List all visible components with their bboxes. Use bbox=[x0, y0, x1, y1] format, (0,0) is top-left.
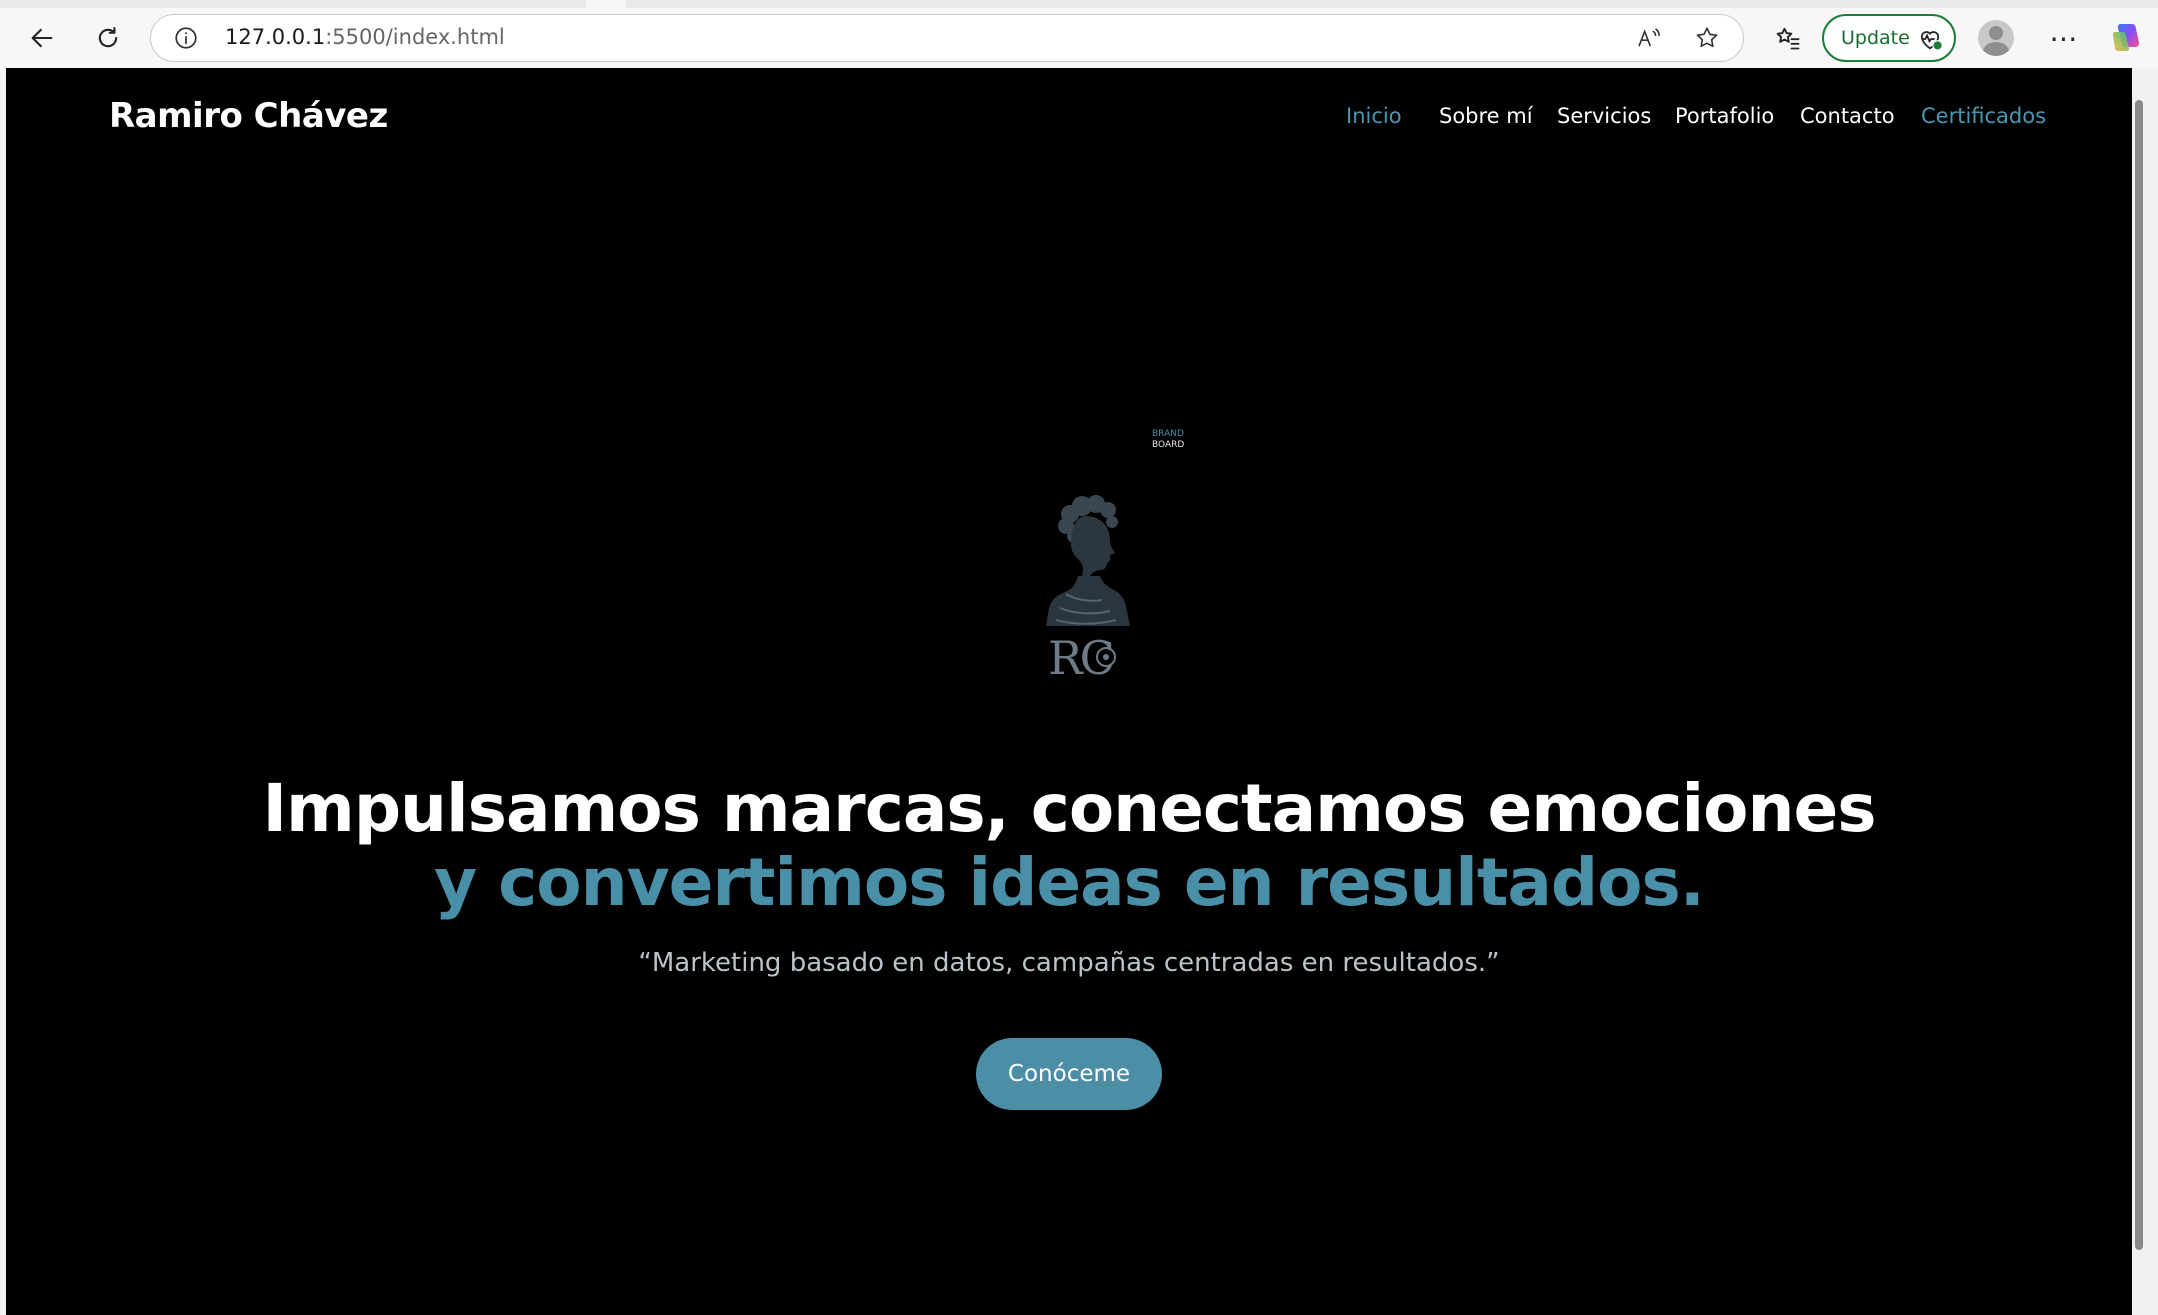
cta-conoceme-button[interactable]: Conóceme bbox=[976, 1038, 1162, 1110]
favorites-list-icon[interactable] bbox=[1768, 18, 1808, 58]
copilot-icon[interactable] bbox=[2110, 20, 2144, 54]
hero-title-line2: y convertimos ideas en resultados. bbox=[434, 844, 1705, 921]
page-viewport: Ramiro Chávez Inicio Sobre mí Servicios … bbox=[6, 68, 2132, 1315]
site-brand[interactable]: Ramiro Chávez bbox=[109, 96, 388, 136]
nav-link-inicio[interactable]: Inicio bbox=[1346, 104, 1402, 128]
back-arrow-icon[interactable] bbox=[22, 18, 62, 58]
update-label: Update bbox=[1841, 27, 1910, 49]
update-button[interactable]: Update bbox=[1822, 14, 1956, 62]
url-host: 127.0.0.1 bbox=[225, 25, 326, 49]
health-heart-icon bbox=[1920, 31, 1943, 51]
nav-link-certificados[interactable]: Certificados bbox=[1921, 104, 2046, 128]
rc-bust-logo: RC bbox=[1046, 495, 1130, 685]
hero-quote: “Marketing basado en datos, campañas cen… bbox=[638, 948, 1500, 978]
star-icon[interactable] bbox=[1693, 24, 1721, 52]
brand-tag-line1: BRAND bbox=[1152, 429, 1184, 439]
url-path: :5500/index.html bbox=[325, 25, 505, 49]
logo-monogram: RC bbox=[1048, 631, 1113, 685]
hero-title: Impulsamos marcas, conectamos emociones … bbox=[6, 772, 2132, 920]
address-bar[interactable]: 127.0.0.1:5500/index.html bbox=[150, 14, 1744, 62]
nav-link-sobre-mi[interactable]: Sobre mí bbox=[1439, 104, 1533, 128]
hero-title-line1: Impulsamos marcas, conectamos emociones bbox=[262, 770, 1876, 847]
brand-tag-line2: BOARD bbox=[1152, 440, 1185, 450]
brand-board-tag: BRAND BOARD bbox=[1152, 429, 1184, 451]
reload-icon[interactable] bbox=[88, 18, 128, 58]
info-icon[interactable] bbox=[173, 25, 199, 51]
avatar-icon[interactable] bbox=[1978, 20, 2014, 56]
nav-link-servicios[interactable]: Servicios bbox=[1557, 104, 1651, 128]
nav-link-portafolio[interactable]: Portafolio bbox=[1675, 104, 1774, 128]
page-scrollbar[interactable] bbox=[2132, 68, 2158, 1315]
tab-strip bbox=[0, 0, 2158, 8]
active-tab[interactable] bbox=[586, 0, 626, 8]
browser-toolbar: 127.0.0.1:5500/index.html Update ⋯ bbox=[0, 0, 2158, 68]
scrollbar-thumb[interactable] bbox=[2135, 100, 2143, 1250]
url-text[interactable]: 127.0.0.1:5500/index.html bbox=[225, 25, 505, 49]
more-options-icon[interactable]: ⋯ bbox=[2046, 20, 2082, 56]
read-aloud-icon[interactable] bbox=[1635, 24, 1663, 52]
nav-link-contacto[interactable]: Contacto bbox=[1800, 104, 1895, 128]
